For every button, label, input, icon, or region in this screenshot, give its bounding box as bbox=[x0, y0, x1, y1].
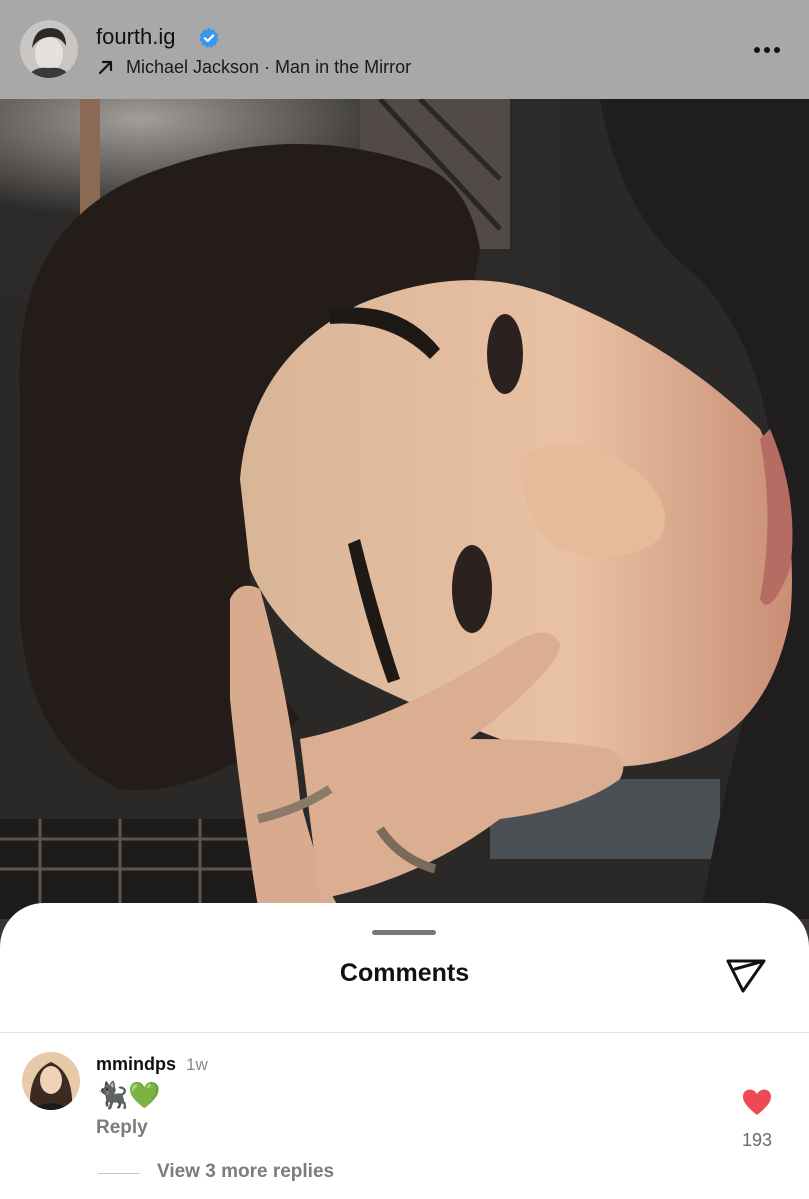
send-icon[interactable] bbox=[724, 953, 768, 997]
arrow-up-right-icon bbox=[98, 60, 113, 75]
sheet-title: Comments bbox=[339, 959, 470, 987]
view-replies-button[interactable]: View 3 more replies bbox=[157, 1161, 334, 1183]
username[interactable]: fourth.ig bbox=[96, 24, 176, 50]
post-photo[interactable] bbox=[0, 99, 809, 919]
drag-handle[interactable] bbox=[372, 930, 436, 935]
like-count: 193 bbox=[741, 1130, 773, 1150]
more-horizontal-icon[interactable] bbox=[749, 40, 785, 60]
verified-badge-icon bbox=[199, 27, 219, 48]
heart-filled-icon[interactable] bbox=[741, 1087, 773, 1117]
comment-time: 1w bbox=[186, 1055, 208, 1074]
post-header: fourth.ig Michael Jackson · Man in the M… bbox=[0, 0, 809, 99]
music-label: Michael Jackson · Man in the Mirror bbox=[126, 56, 412, 77]
avatar[interactable] bbox=[20, 20, 78, 78]
music-row[interactable]: Michael Jackson · Man in the Mirror bbox=[96, 56, 411, 78]
reply-button[interactable]: Reply bbox=[96, 1117, 148, 1139]
comment-text: 🐈‍⬛💚 bbox=[96, 1080, 161, 1110]
comment-username[interactable]: mmindps bbox=[96, 1054, 176, 1075]
avatar[interactable] bbox=[22, 1052, 80, 1110]
divider bbox=[0, 1032, 809, 1033]
comments-sheet: Comments mmindps 1w 🐈‍⬛💚 Reply 193 View … bbox=[0, 903, 809, 1199]
replies-divider bbox=[98, 1173, 140, 1174]
